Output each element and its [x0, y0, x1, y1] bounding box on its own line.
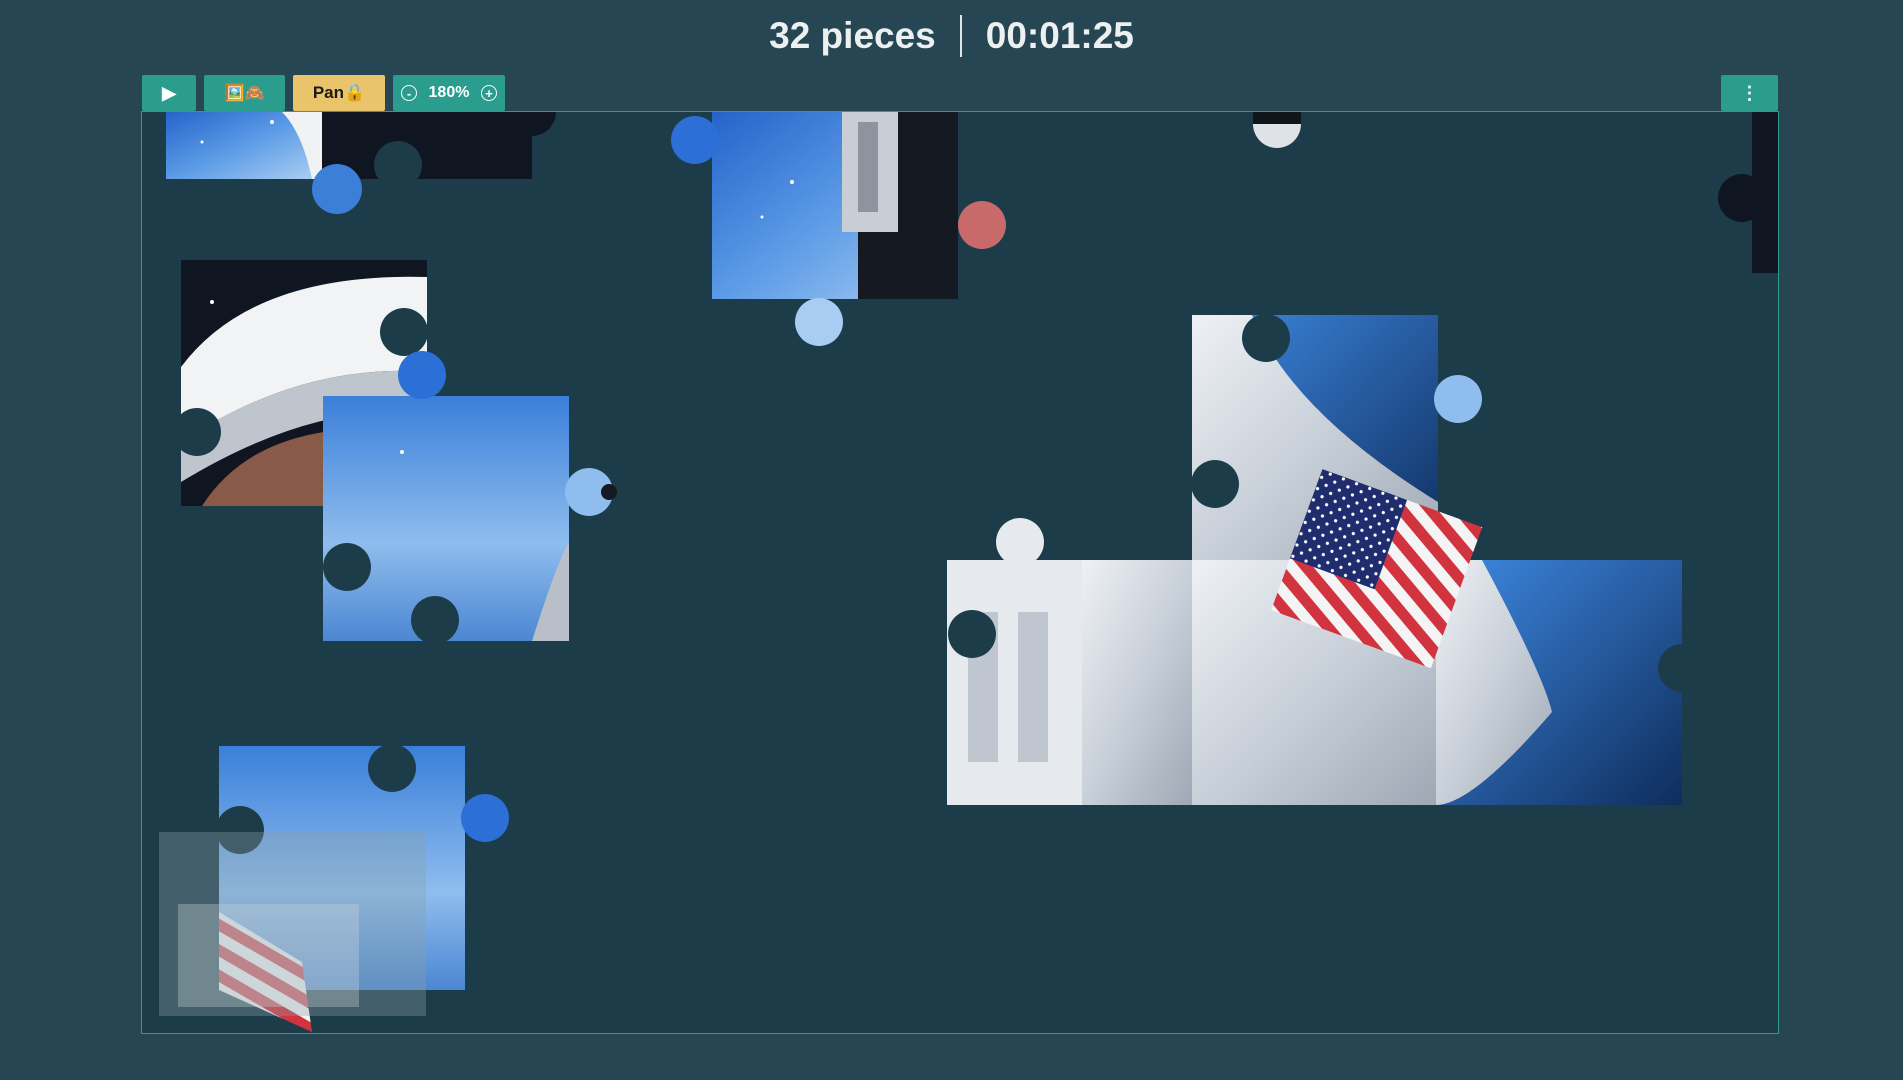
preview-icon: 🖼️🙈 — [224, 85, 265, 102]
timer: 00:01:25 — [985, 15, 1134, 56]
pan-lock-button[interactable]: Pan🔒 — [293, 75, 385, 111]
puzzle-piece[interactable] — [1436, 560, 1706, 805]
play-button[interactable]: ▶ — [142, 75, 196, 111]
zoom-level: 180% — [428, 84, 470, 101]
puzzle-canvas — [159, 112, 1778, 1032]
toolbar: ▶ 🖼️🙈 Pan🔒 - 180% + — [142, 75, 505, 111]
preview-toggle-button[interactable]: 🖼️🙈 — [204, 75, 285, 111]
pan-label: Pan🔒 — [312, 83, 366, 102]
puzzle-piece[interactable] — [1718, 112, 1778, 273]
zoom-control: - 180% + — [393, 75, 505, 111]
puzzle-piece[interactable] — [159, 744, 509, 1032]
more-vertical-icon: ⋮ — [1740, 82, 1759, 103]
puzzle-piece[interactable] — [947, 518, 1193, 805]
menu-button[interactable]: ⋮ — [1721, 75, 1778, 111]
puzzle-piece[interactable] — [166, 112, 556, 214]
header-divider — [959, 15, 962, 57]
pieces-count: 32 pieces — [769, 15, 936, 56]
zoom-out-icon[interactable]: - — [401, 85, 417, 101]
header: 32 pieces 00:01:25 — [0, 0, 1903, 72]
puzzle-piece[interactable] — [671, 112, 1006, 346]
play-icon: ▶ — [162, 82, 176, 103]
puzzle-piece[interactable] — [1253, 112, 1301, 148]
zoom-in-icon[interactable]: + — [480, 85, 497, 101]
puzzle-board[interactable] — [141, 111, 1779, 1034]
